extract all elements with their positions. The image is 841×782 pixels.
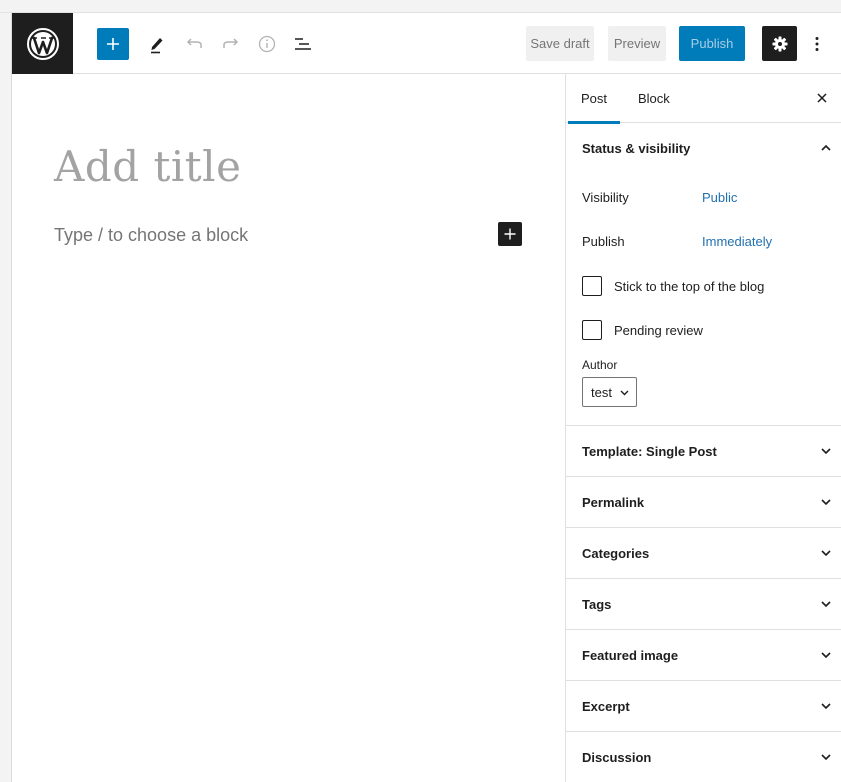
undo-button[interactable] (181, 28, 207, 60)
panel-title: Featured image (582, 647, 679, 663)
chevron-up-icon (821, 144, 831, 151)
list-view-button[interactable] (289, 28, 317, 60)
panel-tags-toggle[interactable]: Tags (566, 579, 841, 629)
window-left-edge (0, 13, 12, 782)
block-inserter-button[interactable] (97, 28, 129, 60)
post-title-input[interactable]: Add title (54, 142, 241, 191)
author-value: test (591, 384, 612, 400)
chevron-down-icon (821, 652, 831, 659)
publish-button[interactable]: Publish (679, 26, 745, 61)
editor-canvas: Add title Type / to choose a block (13, 74, 565, 782)
plus-icon (504, 228, 516, 240)
save-draft-button[interactable]: Save draft (526, 26, 594, 61)
gear-icon (772, 36, 787, 51)
author-select[interactable]: test (582, 377, 637, 407)
undo-icon (186, 38, 202, 48)
panel-title: Excerpt (582, 698, 630, 714)
add-block-button[interactable] (498, 222, 522, 246)
editor-toolbar: Save draft Preview Publish (12, 13, 841, 74)
panel-title: Status & visibility (582, 140, 691, 156)
plus-icon (107, 38, 119, 50)
settings-button[interactable] (762, 26, 797, 61)
panel-title: Tags (582, 596, 612, 612)
sticky-checkbox[interactable] (582, 276, 602, 296)
chevron-down-icon (821, 550, 831, 557)
tools-button[interactable] (143, 28, 171, 60)
block-appender-placeholder[interactable]: Type / to choose a block (54, 225, 248, 246)
sticky-label[interactable]: Stick to the top of the blog (614, 279, 764, 294)
author-label: Author (582, 358, 618, 372)
panel-title: Categories (582, 545, 650, 561)
wordpress-logo-icon[interactable] (12, 13, 73, 74)
chevron-down-icon (821, 754, 831, 761)
chevron-down-icon (620, 390, 629, 396)
chevron-down-icon (821, 703, 831, 710)
pencil-icon (151, 38, 163, 54)
publish-label: Publish (582, 234, 625, 249)
info-icon (258, 35, 276, 53)
pending-review-checkbox[interactable] (582, 320, 602, 340)
sidebar-tabs: Post Block (566, 74, 841, 124)
tab-post[interactable]: Post (566, 74, 622, 124)
chevron-down-icon (821, 601, 831, 608)
more-vertical-icon (815, 36, 819, 51)
close-icon (817, 93, 827, 103)
details-button[interactable] (254, 28, 280, 60)
pending-review-label[interactable]: Pending review (614, 323, 703, 338)
panel-title: Discussion (582, 749, 652, 765)
chevron-down-icon (821, 499, 831, 506)
visibility-label: Visibility (582, 190, 629, 205)
settings-sidebar: Post Block Status & visibility Visibilit… (565, 74, 841, 782)
panel-status-visibility-toggle[interactable]: Status & visibility (566, 123, 841, 173)
panel-permalink-toggle[interactable]: Permalink (566, 477, 841, 527)
preview-button[interactable]: Preview (608, 26, 666, 61)
publish-date-toggle[interactable]: Immediately (702, 234, 772, 249)
panel-title: Permalink (582, 494, 645, 510)
close-sidebar-button[interactable] (810, 86, 834, 110)
panel-featured-image-toggle[interactable]: Featured image (566, 630, 841, 680)
visibility-toggle[interactable]: Public (702, 190, 737, 205)
panel-excerpt-toggle[interactable]: Excerpt (566, 681, 841, 731)
panel-title: Template: Single Post (582, 443, 717, 459)
redo-icon (223, 38, 239, 48)
list-view-icon (295, 38, 311, 50)
panel-discussion-toggle[interactable]: Discussion (566, 732, 841, 782)
redo-button[interactable] (218, 28, 244, 60)
panel-template-toggle[interactable]: Template: Single Post (566, 426, 841, 476)
window-top-edge (0, 0, 841, 13)
panel-categories-toggle[interactable]: Categories (566, 528, 841, 578)
more-options-button[interactable] (807, 26, 827, 61)
chevron-down-icon (821, 448, 831, 455)
tab-block[interactable]: Block (638, 74, 678, 123)
